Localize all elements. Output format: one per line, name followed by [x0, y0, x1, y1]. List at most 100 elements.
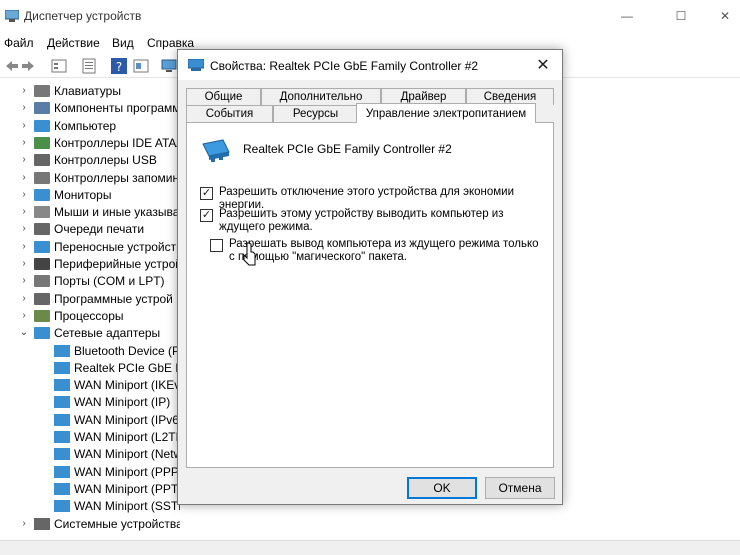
network-adapter-item[interactable]: Bluetooth Device (Pe — [54, 342, 180, 359]
tree-item-label: Порты (COM и LPT) — [54, 273, 165, 288]
tree-icon[interactable] — [80, 57, 98, 75]
gamepad-icon — [34, 257, 50, 270]
network-adapter-item[interactable]: WAN Miniport (IKEv — [54, 376, 180, 393]
allow-wake-checkbox[interactable]: ✓ — [200, 209, 213, 222]
chevron-right-icon[interactable]: › — [18, 172, 30, 183]
option-allow-wake[interactable]: ✓ Разрешить этому устройству выводить ко… — [200, 208, 539, 234]
close-button[interactable]: ✕ — [702, 0, 740, 32]
storage-icon — [34, 171, 50, 184]
tree-item-label: Очереди печати — [54, 221, 145, 236]
properties-icon[interactable] — [50, 57, 68, 75]
software-icon — [34, 101, 50, 114]
option-magic-packet[interactable]: Разрешать вывод компьютера из ждущего ре… — [210, 238, 539, 264]
mouse-icon — [34, 205, 50, 218]
tab-general[interactable]: Общие — [186, 88, 261, 105]
network-adapter-item[interactable]: WAN Miniport (IP) — [54, 393, 170, 410]
network-adapter-item[interactable]: WAN Miniport (SSTP) — [54, 497, 180, 514]
network-adapter-item[interactable]: WAN Miniport (Netw — [54, 445, 180, 462]
dialog-title: Свойства: Realtek PCIe GbE Family Contro… — [210, 59, 479, 73]
tree-item-10[interactable]: › Периферийные устрой — [18, 255, 180, 272]
chevron-right-icon[interactable]: › — [18, 241, 30, 252]
tree-item-label: Контроллеры USB — [54, 152, 157, 167]
chevron-right-icon[interactable]: › — [18, 120, 30, 131]
printer-icon — [34, 222, 50, 235]
minimize-button[interactable]: — — [604, 0, 650, 32]
tab-power-management[interactable]: Управление электропитанием — [356, 103, 536, 123]
tab-resources[interactable]: Ресурсы — [273, 105, 358, 122]
chevron-right-icon[interactable]: › — [18, 258, 30, 269]
tree-item-label: Системные устройства — [54, 516, 180, 531]
cancel-button[interactable]: Отмена — [485, 477, 555, 499]
port-icon — [34, 274, 50, 287]
ok-button[interactable]: OK — [407, 477, 477, 499]
tree-item-7[interactable]: › Мыши и иные указыва — [18, 203, 179, 220]
tree-item-11[interactable]: › Порты (COM и LPT) — [18, 272, 165, 289]
properties-dialog: Свойства: Realtek PCIe GbE Family Contro… — [177, 49, 563, 505]
console-icon[interactable] — [132, 57, 150, 75]
tree-item-label: Контроллеры запомин — [54, 170, 180, 185]
chevron-right-icon[interactable]: › — [18, 85, 30, 96]
tree-item-label: Периферийные устрой — [54, 256, 180, 271]
tree-item-12[interactable]: › Программные устрой — [18, 290, 173, 307]
menu-view[interactable]: Вид — [112, 36, 134, 50]
tree-item-14[interactable]: ⌄ Сетевые адаптеры — [18, 324, 160, 341]
network-adapter-label: Realtek PCIe GbE Fam — [74, 360, 180, 375]
tree-item-1[interactable]: › Компоненты программ — [18, 99, 180, 116]
tree-item-0[interactable]: › Клавиатуры — [18, 82, 121, 99]
tree-item-13[interactable]: › Процессоры — [18, 307, 124, 324]
network-adapter-icon — [54, 482, 70, 495]
forward-icon[interactable] — [20, 57, 38, 75]
monitor-icon[interactable] — [160, 57, 178, 75]
tree-item-4[interactable]: › Контроллеры USB — [18, 151, 157, 168]
chevron-down-icon[interactable]: ⌄ — [18, 327, 30, 338]
chevron-right-icon[interactable]: › — [18, 293, 30, 304]
chevron-right-icon[interactable]: › — [18, 102, 30, 113]
chevron-right-icon[interactable]: › — [18, 223, 30, 234]
network-adapter-icon — [188, 59, 204, 71]
tree-item-label: Процессоры — [54, 308, 124, 323]
tree-item-system-devices[interactable]: › Системные устройства — [18, 515, 180, 532]
tree-item-2[interactable]: › Компьютер — [18, 117, 116, 134]
network-adapter-item[interactable]: WAN Miniport (PPPO — [54, 463, 180, 480]
network-card-icon — [202, 139, 230, 162]
chevron-right-icon[interactable]: › — [18, 310, 30, 321]
tree-item-8[interactable]: › Очереди печати — [18, 220, 144, 237]
network-adapter-icon — [54, 447, 70, 460]
tree-item-9[interactable]: › Переносные устройств — [18, 238, 180, 255]
magic-packet-checkbox[interactable] — [210, 239, 223, 252]
tree-item-6[interactable]: › Мониторы — [18, 186, 111, 203]
network-adapter-item[interactable]: Realtek PCIe GbE Fam — [54, 359, 180, 376]
menu-action[interactable]: Действие — [47, 36, 100, 50]
network-adapter-item[interactable]: WAN Miniport (IPv6 — [54, 411, 179, 428]
network-adapter-label: WAN Miniport (SSTP) — [74, 498, 180, 513]
chevron-right-icon[interactable]: › — [18, 189, 30, 200]
ide-icon — [34, 136, 50, 149]
allow-wake-label: Разрешить этому устройству выводить комп… — [219, 208, 504, 233]
network-adapter-icon — [54, 499, 70, 512]
chevron-right-icon[interactable]: › — [18, 137, 30, 148]
magic-packet-label: Разрешать вывод компьютера из ждущего ре… — [229, 238, 539, 263]
tree-item-label: Программные устрой — [54, 291, 173, 306]
menu-help[interactable]: Справка — [147, 36, 194, 50]
network-adapter-item[interactable]: WAN Miniport (L2TP — [54, 428, 180, 445]
network-adapter-label: WAN Miniport (PPTP — [74, 481, 180, 496]
tree-item-3[interactable]: › Контроллеры IDE ATA/A — [18, 134, 180, 151]
system-devices-icon — [34, 517, 50, 530]
allow-turn-off-checkbox[interactable]: ✓ — [200, 187, 213, 200]
tree-item-5[interactable]: › Контроллеры запомин — [18, 169, 179, 186]
maximize-button[interactable]: ☐ — [658, 0, 704, 32]
chevron-right-icon[interactable]: › — [18, 206, 30, 217]
help-icon[interactable]: ? — [110, 57, 128, 75]
power-management-panel: Realtek PCIe GbE Family Controller #2 ✓ … — [186, 122, 554, 468]
dialog-close-button[interactable]: ✕ — [530, 52, 556, 78]
chevron-right-icon[interactable]: › — [18, 275, 30, 286]
chevron-right-icon[interactable]: › — [18, 154, 30, 165]
chevron-right-icon[interactable]: › — [18, 518, 30, 529]
menu-file[interactable]: Файл — [4, 36, 34, 50]
tab-events[interactable]: События — [186, 105, 273, 122]
network-adapter-icon — [54, 361, 70, 374]
back-icon[interactable] — [2, 57, 20, 75]
network-adapter-label: WAN Miniport (L2TP — [74, 429, 180, 444]
device-manager-icon — [5, 10, 19, 22]
network-adapter-item[interactable]: WAN Miniport (PPTP — [54, 480, 180, 497]
